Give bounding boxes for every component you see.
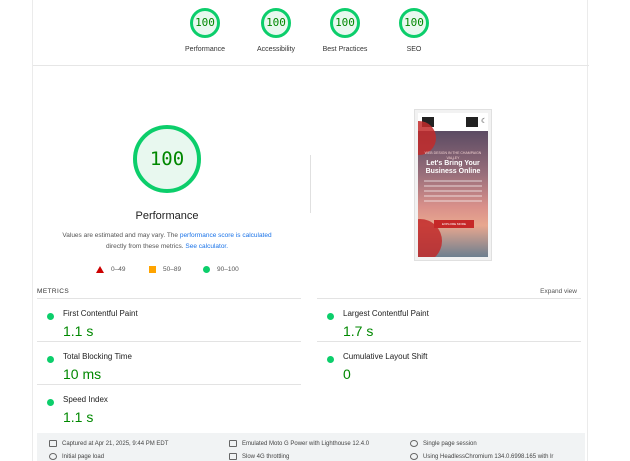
gauge-label: Performance <box>184 46 226 53</box>
score-ring: 100 <box>399 8 429 38</box>
captured-text: Captured at Apr 21, 2025, 9:44 PM EDT <box>62 440 169 447</box>
emulated-info: Emulated Moto G Power with Lighthouse 12… <box>229 440 369 447</box>
hero-headline: Let's Bring Your Business Online <box>425 160 481 175</box>
hero-kicker: WEB DESIGN IN THE CHAMPAIGN VALLEY <box>424 151 482 160</box>
metric-value: 1.1 s <box>63 323 94 339</box>
gauge-seo[interactable]: 100 SEO <box>374 8 454 53</box>
metric-tbt: Total Blocking Time 10 ms <box>37 341 301 383</box>
divider <box>310 155 311 213</box>
performance-title: Performance <box>135 210 199 222</box>
square-icon <box>149 266 156 273</box>
metric-name: First Contentful Paint <box>63 309 138 318</box>
expand-view-toggle[interactable]: Expand view <box>540 288 577 295</box>
metric-fcp: First Contentful Paint 1.1 s <box>37 298 301 340</box>
browser-info: Using HeadlessChromium 134.0.6998.165 wi… <box>410 453 553 460</box>
session-info: Single page session <box>410 440 477 447</box>
load-info: Initial page load <box>49 453 104 460</box>
browser-icon <box>410 453 418 460</box>
legend-range: 90–100 <box>217 266 239 273</box>
performance-score-gauge: 100 <box>133 125 201 193</box>
device-icon <box>229 440 237 447</box>
metric-value: 1.1 s <box>63 409 94 425</box>
runtime-settings: Captured at Apr 21, 2025, 9:44 PM EDT Em… <box>37 433 585 461</box>
gauge-label: SEO <box>406 46 422 53</box>
report-panel: 100 Performance 100 Accessibility 100 Be… <box>32 0 589 461</box>
screenshot-viewport: ☾ WEB DESIGN IN THE CHAMPAIGN VALLEY Let… <box>418 113 488 257</box>
gauge-performance[interactable]: 100 Performance <box>165 8 245 53</box>
metric-lcp: Largest Contentful Paint 1.7 s <box>317 298 581 340</box>
metric-value: 0 <box>343 366 351 382</box>
pass-circle-icon <box>47 356 54 363</box>
legend-average: 50–89 <box>149 266 181 273</box>
legend-range: 0–49 <box>111 266 126 273</box>
gauge-label: Best Practices <box>322 46 368 53</box>
calendar-icon <box>49 440 57 447</box>
metric-cls: Cumulative Layout Shift 0 <box>317 341 581 383</box>
moon-icon: ☾ <box>481 118 488 125</box>
metric-value: 1.7 s <box>343 323 374 339</box>
note-text: Values are estimated and may vary. The <box>62 232 180 239</box>
legend-fail: 0–49 <box>96 266 125 273</box>
legend-range: 50–89 <box>163 266 182 273</box>
menu-icon <box>466 117 478 127</box>
hero-paragraph <box>424 180 482 202</box>
category-gauges: 100 Performance 100 Accessibility 100 Be… <box>33 8 589 66</box>
gauge-accessibility[interactable]: 100 Accessibility <box>236 8 316 53</box>
circle-icon <box>203 266 210 273</box>
load-text: Initial page load <box>62 453 105 460</box>
calculator-link[interactable]: See calculator. <box>185 243 228 250</box>
site-hero: WEB DESIGN IN THE CHAMPAIGN VALLEY Let's… <box>418 121 488 257</box>
metric-name: Largest Contentful Paint <box>343 309 429 318</box>
gauge-label: Accessibility <box>256 46 296 53</box>
score-calculated-link[interactable]: performance score is calculated <box>180 232 272 239</box>
metric-name: Speed Index <box>63 395 108 404</box>
captured-info: Captured at Apr 21, 2025, 9:44 PM EDT <box>49 440 168 447</box>
pass-circle-icon <box>47 313 54 320</box>
timer-icon <box>49 453 57 460</box>
emulated-text: Emulated Moto G Power with Lighthouse 12… <box>242 440 370 447</box>
hero-button: EXPLORE MORE <box>434 220 474 228</box>
score-ring: 100 <box>190 8 220 38</box>
metric-name: Total Blocking Time <box>63 352 132 361</box>
wifi-icon <box>229 453 237 460</box>
score-ring: 100 <box>261 8 291 38</box>
pass-circle-icon <box>327 313 334 320</box>
pass-circle-icon <box>47 399 54 406</box>
session-icon <box>410 440 418 447</box>
final-screenshot[interactable]: ☾ WEB DESIGN IN THE CHAMPAIGN VALLEY Let… <box>414 109 492 261</box>
gauge-best-practices[interactable]: 100 Best Practices <box>305 8 385 53</box>
pass-circle-icon <box>327 356 334 363</box>
metrics-title: METRICS <box>37 288 70 295</box>
throttling-info: Slow 4G throttling <box>229 453 289 460</box>
legend-pass: 90–100 <box>203 266 239 273</box>
metric-si: Speed Index 1.1 s <box>37 384 301 426</box>
metric-value: 10 ms <box>63 366 102 382</box>
note-text: directly from these metrics. <box>105 242 186 250</box>
throttling-text: Slow 4G throttling <box>242 453 290 460</box>
triangle-icon <box>96 266 104 273</box>
session-text: Single page session <box>423 440 477 447</box>
browser-text: Using HeadlessChromium 134.0.6998.165 wi… <box>423 453 554 460</box>
metrics-header: METRICS Expand view <box>37 288 577 295</box>
metric-name: Cumulative Layout Shift <box>343 352 428 361</box>
score-note: Values are estimated and may vary. The p… <box>53 231 281 252</box>
score-ring: 100 <box>330 8 360 38</box>
